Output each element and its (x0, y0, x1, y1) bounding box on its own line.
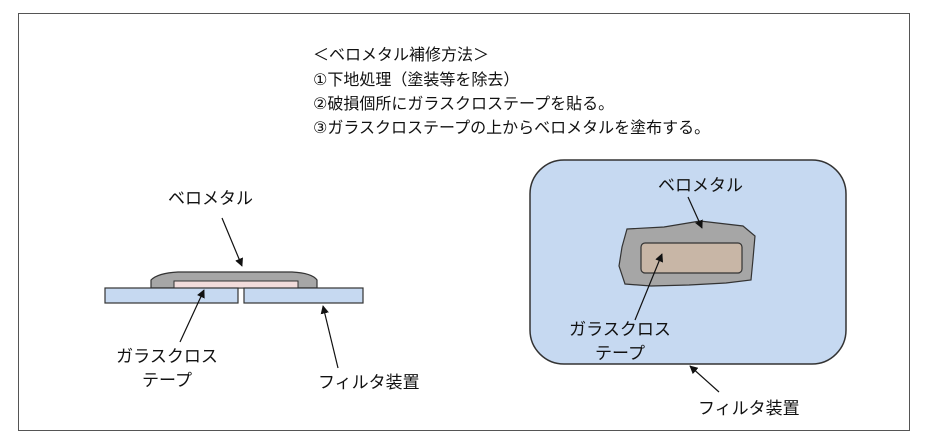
arrow-metal-cross (221, 217, 243, 267)
arrow-filter-plan (689, 365, 720, 393)
cross-section-filter-label: フィルタ装置 (318, 373, 420, 393)
cross-section-filter-left (104, 287, 239, 304)
cross-section-tape-label-1: ガラスクロス (116, 347, 218, 367)
cross-section-metal-label: ベロメタル (168, 189, 253, 209)
plan-view-metal-label: ベロメタル (658, 176, 743, 196)
cross-section-filter-right (243, 287, 364, 304)
plan-view-tape-label-1: ガラスクロス (569, 320, 671, 340)
cross-section-tape-label-2: テープ (142, 371, 192, 391)
cross-section-tape (173, 280, 299, 289)
plan-view-filter-label: フィルタ装置 (698, 399, 800, 419)
plan-view-tape-label-2: テープ (595, 344, 645, 364)
arrow-filter-cross (320, 305, 339, 369)
